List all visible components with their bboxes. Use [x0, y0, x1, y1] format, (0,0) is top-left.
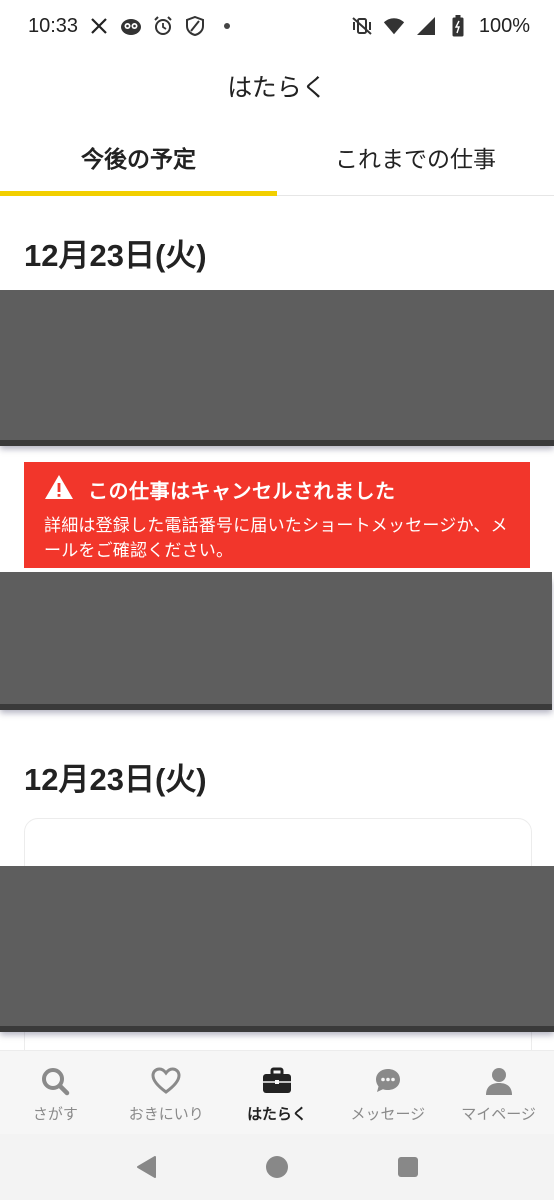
date-heading: 12月23日(火) — [24, 238, 207, 273]
search-icon — [39, 1065, 71, 1097]
heart-icon — [150, 1065, 182, 1097]
vibrate-off-icon — [351, 15, 373, 37]
nav-work[interactable]: はたらく — [222, 1051, 333, 1134]
redacted-block — [0, 866, 554, 1026]
alarm-icon — [152, 15, 174, 37]
shield-icon — [184, 15, 206, 37]
cancel-notice-title: この仕事はキャンセルされました — [88, 478, 396, 503]
person-icon — [483, 1065, 515, 1097]
redacted-block — [0, 572, 552, 704]
back-triangle-icon — [136, 1156, 156, 1178]
briefcase-icon — [261, 1065, 293, 1097]
cancel-notice-header: この仕事はキャンセルされました — [44, 472, 514, 506]
system-recents-button[interactable] — [388, 1147, 428, 1187]
home-circle-icon — [265, 1156, 288, 1178]
cancel-notice: この仕事はキャンセルされました 詳細は登録した電話番号に届いたショートメッセージ… — [24, 462, 530, 568]
nav-favorites[interactable]: おきにいり — [111, 1051, 222, 1134]
signal-icon — [415, 15, 437, 37]
battery-percent: 100% — [478, 14, 530, 37]
date-heading: 12月23日(火) — [24, 762, 207, 797]
status-bar: 10:33 100% — [0, 0, 554, 52]
nav-label: はたらく — [247, 1105, 307, 1123]
nav-label: おきにいり — [128, 1105, 204, 1123]
job-list: 12月23日(火) この仕事はキャンセルされました 詳細は登録した電話番号に届い… — [0, 196, 554, 1050]
status-time: 10:33 — [28, 14, 79, 37]
recents-square-icon — [398, 1157, 419, 1177]
system-back-button[interactable] — [126, 1147, 166, 1187]
cancel-notice-body: 詳細は登録した電話番号に届いたショートメッセージか、メールをご確認ください。 — [44, 516, 508, 561]
nav-label: メッセージ — [350, 1105, 426, 1123]
nav-label: マイページ — [461, 1105, 536, 1123]
dot-icon — [216, 15, 238, 37]
tab-upcoming[interactable]: 今後の予定 — [0, 128, 277, 196]
tab-past-jobs[interactable]: これまでの仕事 — [277, 128, 554, 195]
page-title: はたらく — [227, 73, 327, 102]
warning-icon — [44, 474, 74, 504]
battery-icon — [447, 15, 469, 37]
system-nav-bar — [0, 1134, 554, 1200]
tab-bar: 今後の予定 これまでの仕事 — [0, 128, 554, 196]
nav-mypage[interactable]: マイページ — [443, 1051, 554, 1134]
status-left: 10:33 — [28, 15, 238, 38]
bottom-nav: さがす おきにいり はたらく メッセージ マイページ — [0, 1050, 554, 1134]
system-home-button[interactable] — [257, 1147, 297, 1187]
owl-app-icon — [120, 15, 142, 37]
status-right: 100% — [351, 15, 530, 38]
redacted-block — [0, 290, 554, 440]
wifi-icon — [383, 15, 405, 37]
nav-search[interactable]: さがす — [0, 1051, 111, 1134]
x-icon — [88, 15, 110, 37]
nav-messages[interactable]: メッセージ — [332, 1051, 443, 1134]
nav-label: さがす — [32, 1105, 78, 1123]
chat-icon — [372, 1065, 404, 1097]
